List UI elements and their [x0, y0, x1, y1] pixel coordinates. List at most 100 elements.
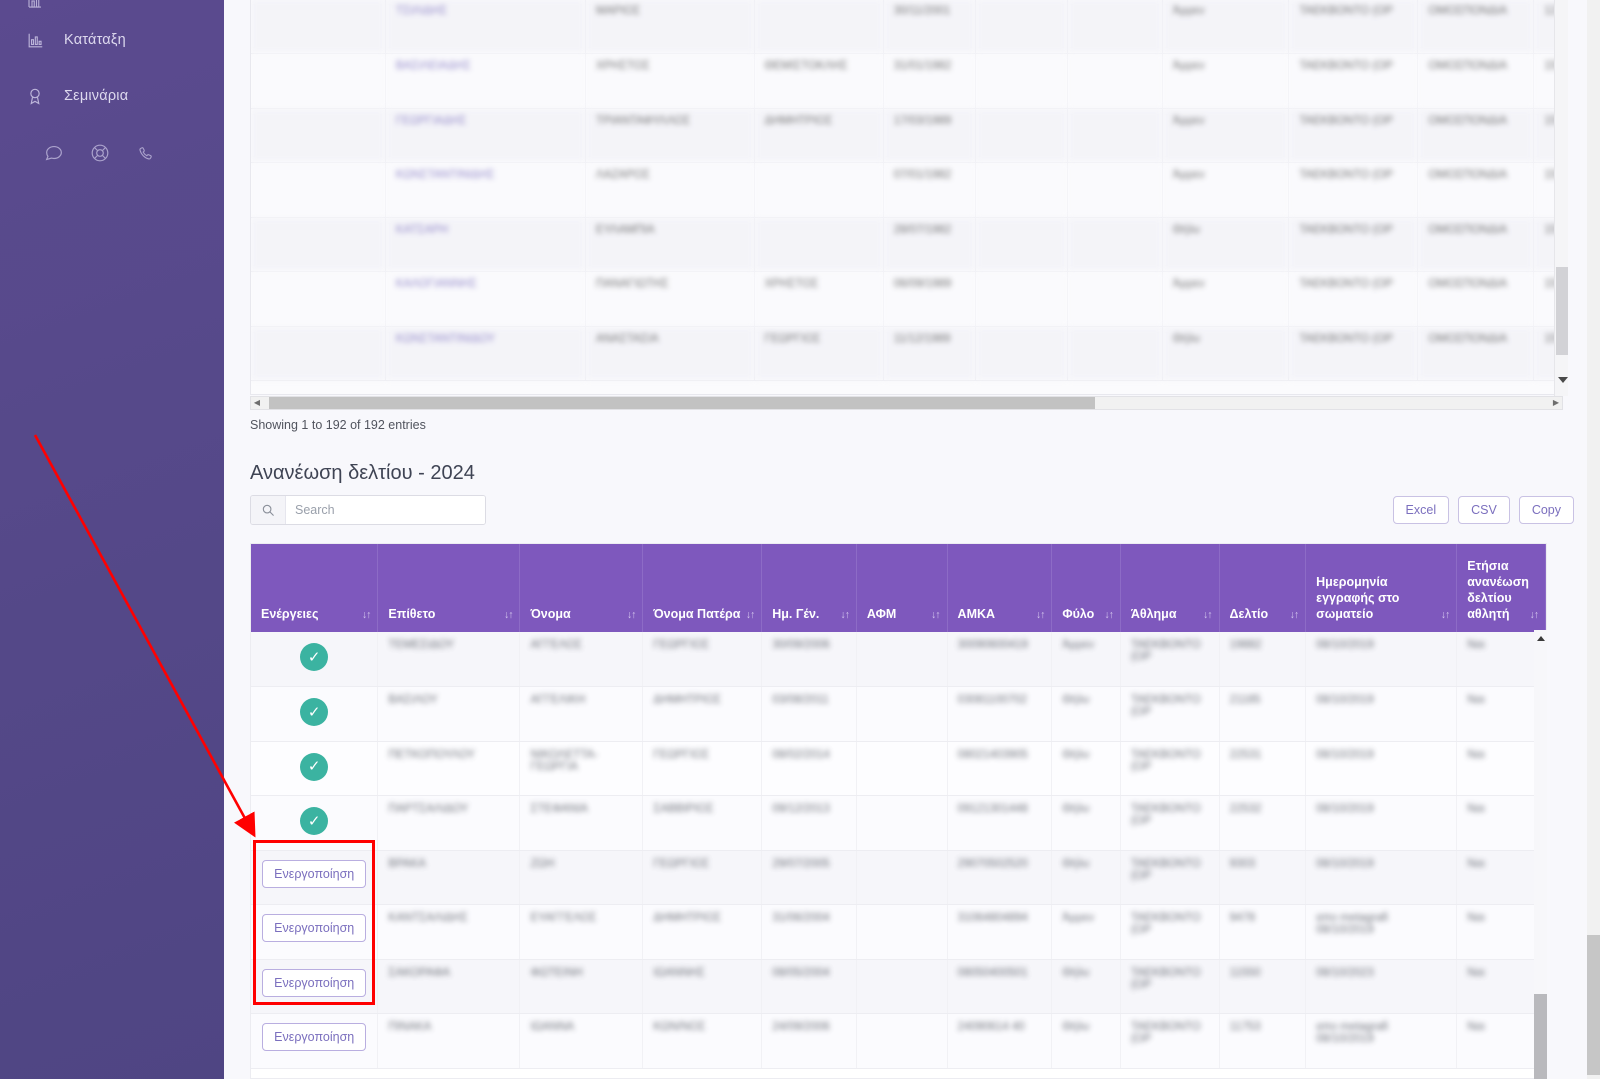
sort-icon[interactable]: ↓↑	[1441, 609, 1450, 622]
check-circle-icon[interactable]: ✓	[300, 698, 329, 726]
cell-value: 08/10/2019	[1316, 694, 1374, 706]
table-row: Ενεργοποίηση ΒΡΑΚΑ ΖΩΗ ΓΕΩΡΓΙΟΣ 29/07/2005 29…	[251, 850, 1546, 905]
check-circle-icon[interactable]: ✓	[300, 643, 329, 671]
column-header-6[interactable]: ΑΜΚΑ ↓↑	[947, 544, 1053, 632]
export-csv-button[interactable]: CSV	[1458, 496, 1510, 524]
cell-value: Ναι	[1467, 1021, 1485, 1033]
sort-icon[interactable]: ↓↑	[1290, 609, 1299, 622]
table-cell	[251, 162, 386, 218]
table-cell: 08/10/2019	[1305, 795, 1458, 851]
sort-icon[interactable]: ↓↑	[1203, 609, 1212, 622]
sidebar-item-partial[interactable]	[0, 0, 224, 10]
copy-button[interactable]: Copy	[1518, 496, 1574, 524]
table-cell: ΘΕΜΙΣΤΟΚΛΗΣ	[754, 53, 884, 109]
cell-value: Ναι	[1467, 694, 1485, 706]
column-header-3[interactable]: Όνομα Πατέρα ↓↑	[642, 544, 763, 632]
chevron-down-icon[interactable]	[1558, 377, 1568, 383]
column-header-7[interactable]: Φύλο ↓↑	[1051, 544, 1121, 632]
search-input[interactable]	[286, 496, 485, 524]
scrollbar-thumb[interactable]	[1587, 935, 1600, 1075]
page-vertical-scrollbar[interactable]	[1587, 0, 1600, 1079]
table-cell: 11550	[1219, 959, 1307, 1014]
column-header-8[interactable]: Άθλημα ↓↑	[1120, 544, 1220, 632]
sort-icon[interactable]: ↓↑	[840, 609, 849, 622]
scrollbar-thumb[interactable]	[1534, 994, 1547, 1079]
table-cell-link[interactable]: ΚΑΤΣΑΡΗ	[385, 217, 587, 272]
sidebar-item-seminaria[interactable]: Σεμινάρια	[0, 78, 224, 114]
activate-button[interactable]: Ενεργοποίηση	[262, 968, 367, 997]
entries-info: Showing 1 to 192 of 192 entries	[250, 418, 426, 432]
table-cell	[1067, 53, 1163, 109]
export-excel-button[interactable]: Excel	[1392, 496, 1450, 524]
table-cell: ΠΕΤΚΟΠΟΥΛΟΥ	[377, 741, 521, 796]
top-table-horizontal-scrollbar[interactable]: ◀ ▶	[250, 396, 1563, 410]
actions-cell: ✓	[251, 686, 379, 742]
sort-icon[interactable]: ↓↑	[627, 609, 636, 622]
column-header-9[interactable]: Δελτίο ↓↑	[1219, 544, 1307, 632]
sort-icon[interactable]: ↓↑	[1036, 609, 1045, 622]
scrollbar-thumb[interactable]	[1556, 267, 1568, 355]
table-cell: Θήλυ	[1051, 850, 1121, 905]
cell-value: 29/07/2005	[772, 857, 830, 870]
phone-icon[interactable]	[131, 138, 161, 168]
lifebuoy-icon[interactable]	[85, 138, 115, 168]
scroll-right-arrow[interactable]: ▶	[1550, 399, 1562, 407]
table-cell	[754, 0, 884, 54]
table-cell: ΤΑΕΚΒΟΝΤΟ (ΟΡ	[1120, 959, 1220, 1014]
sidebar-item-kataksi[interactable]: Κατάταξη	[0, 22, 224, 58]
table-cell-link[interactable]: ΓΕΩΡΓΙΑΔΗΣ	[385, 108, 587, 163]
table-cell: ΠΙΝΑΚΑ	[377, 1013, 521, 1069]
table-cell-link[interactable]: ΚΩΝΣΤΑΝΤΙΝΙΔΗΣ	[385, 162, 587, 218]
column-header-1[interactable]: Επίθετο ↓↑	[377, 544, 521, 632]
chat-icon[interactable]	[39, 138, 69, 168]
sort-icon[interactable]: ↓↑	[1530, 609, 1539, 622]
cell-value: Ναι	[1467, 966, 1485, 979]
cell-value: ΤΑΕΚΒΟΝΤΟ (ΟΡ	[1130, 803, 1201, 827]
table-cell: ΣΑΚΟΡΑΦΑ	[377, 959, 521, 1014]
scrollbar-thumb[interactable]	[269, 397, 1095, 409]
activate-button[interactable]: Ενεργοποίηση	[262, 1023, 367, 1051]
cell-value: ΤΑΕΚΒΟΝΤΟ (ΟΡ	[1130, 748, 1201, 773]
top-table-vertical-scrollbar[interactable]	[1554, 0, 1568, 396]
scroll-left-arrow[interactable]: ◀	[251, 399, 263, 407]
check-circle-icon[interactable]: ✓	[300, 752, 329, 781]
table-cell: 17/03/1989	[883, 108, 976, 163]
actions-cell: ✓	[251, 741, 379, 796]
search-box[interactable]	[250, 495, 486, 525]
table-cell: Ναι	[1456, 904, 1546, 960]
column-header-11[interactable]: Ετήσια ανανέωση δελτίου αθλητή ↓↑	[1456, 544, 1546, 632]
table-cell: ΤΑΕΚΒΟΝΤΟ (ΟΡ	[1288, 162, 1419, 218]
table-cell: Θήλυ	[1162, 217, 1290, 272]
renewal-table-vertical-scrollbar[interactable]	[1534, 630, 1547, 1079]
sort-icon[interactable]: ↓↑	[504, 609, 513, 622]
sidebar-nav: Κατάταξη Σεμινάρια	[0, 0, 224, 114]
table-cell	[251, 217, 386, 272]
table-cell	[251, 326, 386, 381]
chevron-up-icon[interactable]	[1537, 636, 1545, 641]
table-cell-link[interactable]: ΚΑΛΟΓΙΑΝΝΗΣ	[385, 271, 587, 327]
column-header-0[interactable]: Ενέργειες ↓↑	[251, 544, 379, 632]
column-header-5[interactable]: ΑΦΜ ↓↑	[856, 544, 948, 632]
table-cell-link[interactable]: ΚΩΝΣΤΑΝΤΙΝΙΔΟΥ	[385, 326, 587, 381]
column-header-4[interactable]: Ημ. Γέν. ↓↑	[761, 544, 857, 632]
table-cell-link[interactable]: ΒΑΣΙΛΕΙΑΔΗΣ	[385, 53, 587, 109]
column-header-10[interactable]: Ημερομηνία εγγραφής στο σωματείο ↓↑	[1305, 544, 1458, 632]
activate-button[interactable]: Ενεργοποίηση	[262, 914, 367, 942]
activate-button[interactable]: Ενεργοποίηση	[262, 859, 367, 888]
table-cell: 08/10/2019	[1305, 686, 1458, 742]
cell-value: Ναι	[1467, 748, 1485, 761]
sort-icon[interactable]: ↓↑	[746, 609, 755, 622]
table-row: ΚΑΛΟΓΙΑΝΝΗΣ ΠΑΝΑΓΙΩΤΗΣ ΧΡΗΣΤΟΣ 06/09/1989 Άρ…	[251, 271, 1562, 327]
scrollbar-track[interactable]	[263, 397, 1550, 409]
check-circle-icon[interactable]: ✓	[300, 807, 329, 835]
sort-icon[interactable]: ↓↑	[1104, 609, 1113, 622]
table-cell: ΦΩΤΕΙΝΗ	[519, 959, 644, 1014]
actions-cell: Ενεργοποίηση	[251, 850, 379, 905]
cell-value: 11753	[1229, 1021, 1261, 1033]
column-header-2[interactable]: Όνομα ↓↑	[519, 544, 644, 632]
table-cell-link[interactable]: ΤΣΙΛΙΔΗΣ	[385, 0, 587, 54]
table-cell: Ναι	[1456, 1013, 1546, 1069]
table-cell: ΖΩΗ	[519, 850, 644, 905]
sort-icon[interactable]: ↓↑	[362, 609, 371, 622]
sort-icon[interactable]: ↓↑	[931, 609, 940, 622]
